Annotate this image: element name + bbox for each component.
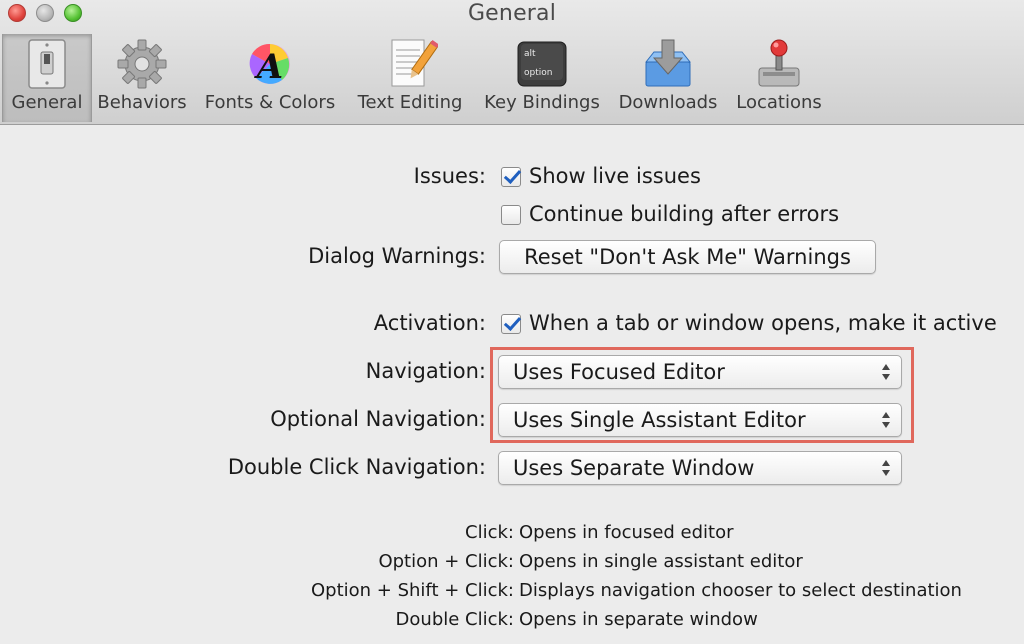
tab-general-label: General: [11, 92, 83, 113]
optional-navigation-label: Optional Navigation:: [270, 407, 486, 431]
keyboard-key-icon: alt option: [517, 41, 567, 87]
up-down-arrows-icon: [882, 460, 890, 476]
font-color-wheel-icon: A: [249, 43, 290, 87]
key-cap-bottom-text: option: [524, 68, 552, 78]
help-action: Displays navigation chooser to select de…: [519, 580, 962, 601]
gear-icon: [117, 39, 167, 89]
tab-fonts-colors[interactable]: A Fonts & Colors: [200, 34, 340, 122]
tab-text-editing-label: Text Editing: [357, 92, 463, 113]
svg-text:A: A: [254, 47, 283, 87]
navigation-highlight-box: [490, 347, 914, 443]
preferences-toolbar: General Behaviors A Fonts & Colors Text …: [0, 34, 1024, 124]
window-toolbar: General General Behaviors A Fonts & Colo…: [0, 0, 1024, 125]
double-click-navigation-popup-value: Uses Separate Window: [513, 456, 755, 480]
activation-label: Activation:: [373, 311, 486, 335]
issues-label: Issues:: [413, 164, 486, 188]
show-live-issues-label[interactable]: Show live issues: [529, 164, 701, 188]
show-live-issues-checkbox[interactable]: [501, 167, 521, 187]
continue-building-checkbox[interactable]: [501, 205, 521, 225]
tab-general[interactable]: General: [2, 34, 92, 122]
help-action: Opens in separate window: [519, 609, 758, 630]
help-gesture: Option + Click:: [378, 551, 514, 572]
navigation-label: Navigation:: [365, 359, 486, 383]
download-arrow-icon: [644, 39, 692, 87]
double-click-navigation-label: Double Click Navigation:: [227, 455, 486, 479]
tab-behaviors[interactable]: Behaviors: [94, 34, 190, 122]
tab-downloads[interactable]: Downloads: [614, 34, 722, 122]
tab-key-bindings[interactable]: alt option Key Bindings: [480, 34, 604, 122]
double-click-navigation-popup[interactable]: Uses Separate Window: [498, 451, 902, 485]
help-gesture: Option + Shift + Click:: [311, 580, 514, 601]
window-title: General: [467, 1, 557, 26]
tab-fonts-colors-label: Fonts & Colors: [204, 92, 336, 113]
key-cap-top-text: alt: [524, 49, 536, 59]
tab-downloads-label: Downloads: [618, 92, 718, 113]
reset-warnings-button[interactable]: Reset "Don't Ask Me" Warnings: [499, 240, 876, 274]
light-switch-icon: [28, 39, 66, 89]
dialog-warnings-label: Dialog Warnings:: [308, 244, 486, 268]
help-gesture: Click:: [465, 522, 514, 543]
tab-behaviors-label: Behaviors: [97, 92, 187, 113]
help-action: Opens in focused editor: [519, 522, 734, 543]
activation-checkbox-label[interactable]: When a tab or window opens, make it acti…: [529, 311, 997, 335]
paper-pencil-icon: [391, 39, 438, 87]
tab-locations[interactable]: Locations: [732, 34, 826, 122]
continue-building-label[interactable]: Continue building after errors: [529, 202, 839, 226]
help-action: Opens in single assistant editor: [519, 551, 803, 572]
activation-checkbox[interactable]: [501, 314, 521, 334]
help-gesture: Double Click:: [395, 609, 514, 630]
tab-key-bindings-label: Key Bindings: [484, 92, 600, 113]
tab-text-editing[interactable]: Text Editing: [350, 34, 470, 122]
joystick-drive-icon: [758, 39, 800, 87]
tab-locations-label: Locations: [736, 92, 822, 113]
